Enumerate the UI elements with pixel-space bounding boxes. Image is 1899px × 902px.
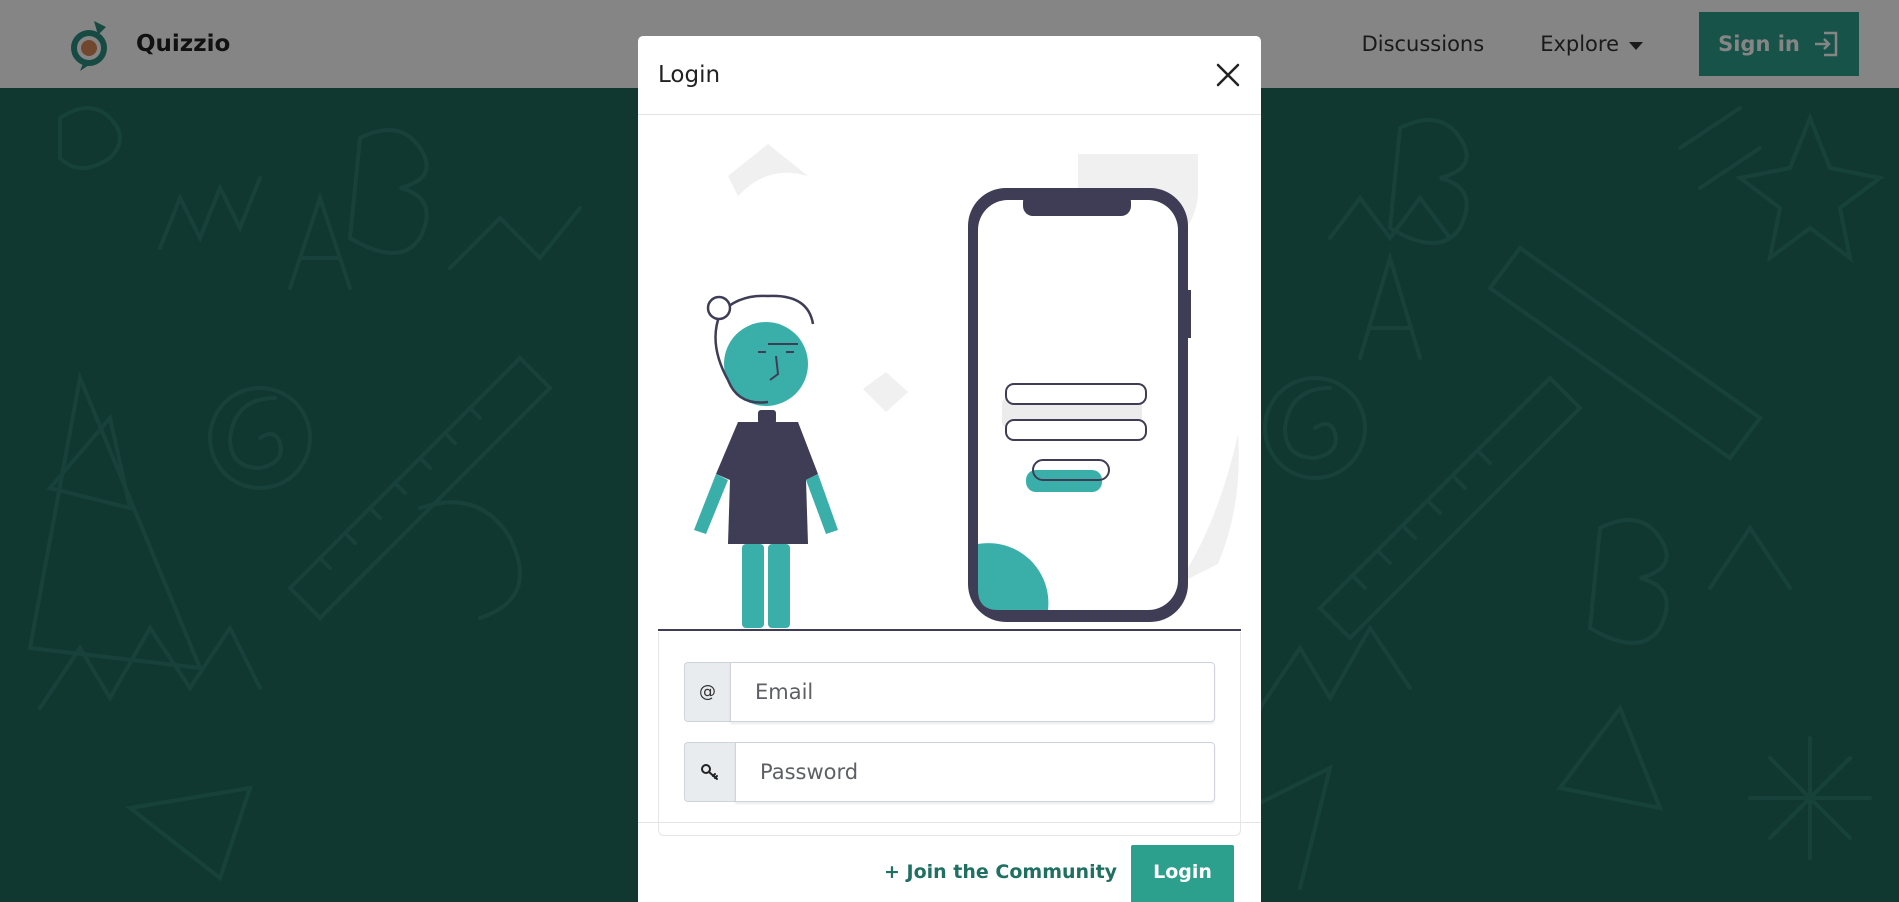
login-button-label: Login	[1153, 861, 1212, 883]
login-form: @	[658, 632, 1241, 836]
close-button[interactable]	[1213, 60, 1243, 90]
login-button[interactable]: Login	[1131, 845, 1234, 902]
email-field[interactable]	[730, 662, 1215, 722]
modal-header: Login	[638, 36, 1261, 115]
key-icon	[684, 742, 735, 802]
close-icon	[1216, 63, 1240, 87]
join-community-link[interactable]: + Join the Community	[884, 861, 1117, 883]
key-icon-glyph	[701, 764, 718, 780]
at-icon: @	[684, 662, 730, 722]
password-input-group	[684, 742, 1215, 802]
modal-title: Login	[658, 62, 721, 88]
login-illustration	[658, 144, 1241, 631]
email-input-group: @	[684, 662, 1215, 722]
password-field[interactable]	[735, 742, 1215, 802]
modal-footer: + Join the Community Login	[638, 822, 1261, 902]
login-modal: Login @ Email + Join the Community Login	[638, 36, 1261, 902]
